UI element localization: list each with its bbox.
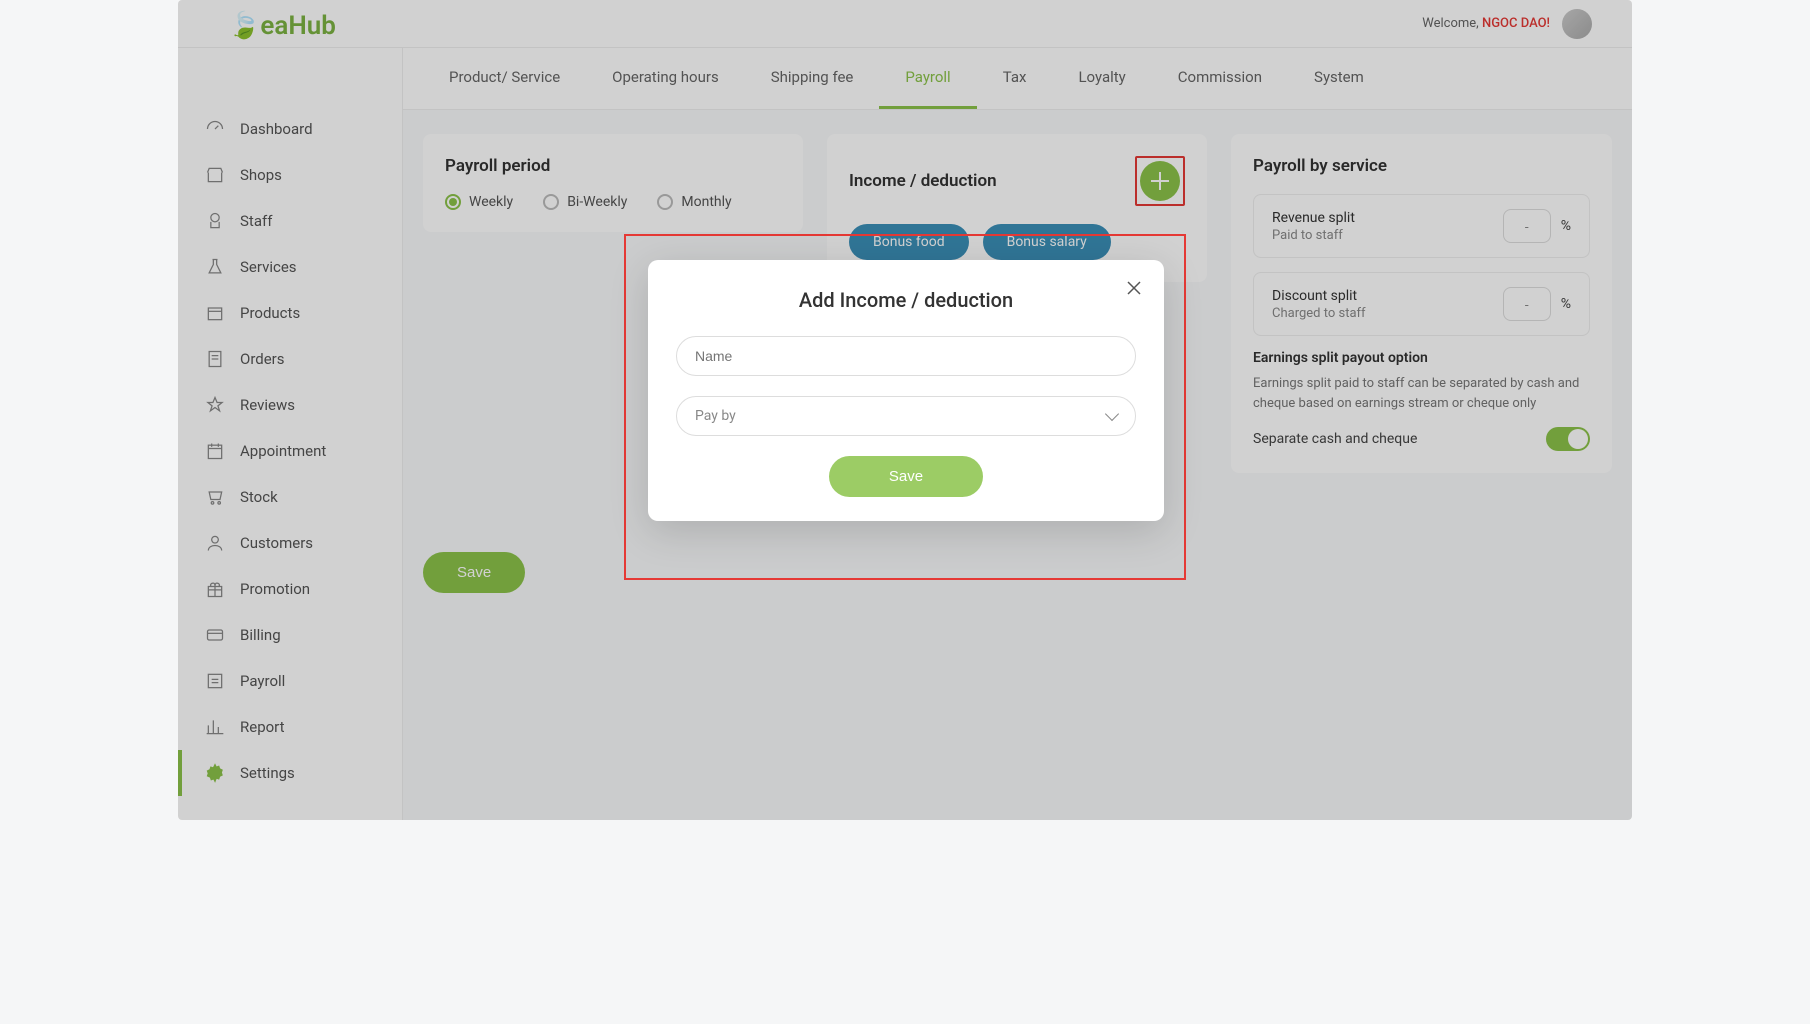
chevron-down-icon [1105,407,1119,421]
modal-save-button[interactable]: Save [829,456,983,497]
add-income-modal: Add Income / deduction Pay by Save [648,260,1164,521]
payby-label: Pay by [695,408,736,424]
modal-title: Add Income / deduction [676,288,1136,312]
name-field-wrapper [676,336,1136,376]
close-icon[interactable] [1126,280,1142,301]
name-input[interactable] [695,348,1117,364]
app-window: Welcome, NGOC DAO! 🍃eaHub DashboardShops… [178,0,1632,820]
payby-select[interactable]: Pay by [676,396,1136,436]
